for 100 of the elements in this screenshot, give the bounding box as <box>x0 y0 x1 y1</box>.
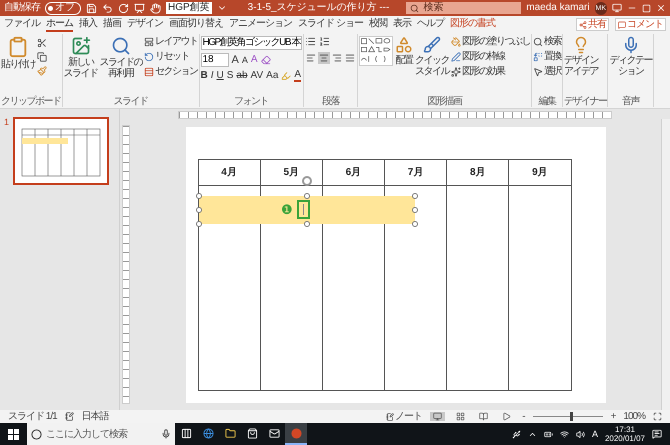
align-button[interactable] <box>304 52 317 64</box>
undo-icon <box>102 2 113 14</box>
shape-effects-button[interactable]: 図形の効果 <box>450 66 530 78</box>
pen-icon <box>450 52 461 62</box>
window-title: 3-1-5_スケジュールの作り方 --- <box>248 2 390 14</box>
save-icon <box>86 2 97 14</box>
ribbon-tab[interactable]: 校閲 <box>368 17 387 32</box>
shape-outline-button[interactable]: 図形の枠線 <box>450 51 530 63</box>
table-header-cell: 4月 <box>198 160 260 186</box>
highlighter-icon <box>281 71 292 81</box>
autosave-label: 自動保存 <box>4 2 40 14</box>
battery-icon <box>544 430 553 438</box>
align-button[interactable] <box>330 52 343 64</box>
taskbar-search-bar[interactable]: ここに入力して検索 <box>27 423 175 445</box>
group-label: 図形描画 <box>426 96 463 107</box>
layout-button[interactable]: レイアウト <box>144 36 198 48</box>
cursor-highlight-box <box>297 200 310 219</box>
align-button[interactable] <box>344 52 356 64</box>
autosave-toggle[interactable]: オフ <box>45 2 81 14</box>
new-slide-icon <box>70 36 90 56</box>
quick-styles-icon <box>422 36 441 54</box>
notification-icon <box>652 429 662 439</box>
shape-gallery-drawing[interactable] <box>358 36 393 66</box>
copy-icon <box>37 52 47 62</box>
windows-logo-icon[interactable] <box>8 428 19 440</box>
ribbon-tab[interactable]: 画面切り替え <box>169 17 223 32</box>
cut-icon <box>37 38 47 48</box>
grow-font-button[interactable]: A <box>232 54 239 66</box>
dictate-button[interactable]: ディクテー ション <box>609 36 652 77</box>
clock-time: 17:31 <box>614 425 635 434</box>
design-ideas-button[interactable]: デザイン アイデア <box>564 36 598 77</box>
underline-button[interactable]: U <box>216 70 224 82</box>
task-view-icon <box>180 428 192 438</box>
find-button[interactable]: 検索 <box>532 36 561 48</box>
font-name-field[interactable]: HGP創英角ゴシックUB 本 <box>200 36 302 50</box>
ribbon-tab[interactable]: ファイル <box>4 17 40 32</box>
ribbon-tab[interactable]: ヘルプ <box>416 17 444 32</box>
paste-button[interactable]: 貼り付け <box>1 36 35 70</box>
folder-icon <box>224 428 236 438</box>
view-button[interactable] <box>430 412 446 421</box>
align-button[interactable] <box>318 52 330 64</box>
search-bar[interactable]: 検索 <box>406 2 522 14</box>
ribbon-display-icon <box>612 3 622 13</box>
italic-button[interactable]: I <box>210 70 214 82</box>
vertical-scrollbar[interactable] <box>661 119 670 410</box>
notes-button[interactable]: ノート <box>386 410 422 422</box>
shrink-font-button[interactable]: A <box>242 54 248 66</box>
change-case-button[interactable]: Aa <box>266 70 278 82</box>
ribbon-tab[interactable]: 表示 <box>392 17 411 32</box>
new-slide-button[interactable]: 新しい スライド <box>64 36 98 79</box>
ribbon-tab[interactable]: 挿入 <box>79 17 97 32</box>
ribbon-tab[interactable]: デザイン <box>127 17 163 32</box>
reset-button[interactable]: リセット <box>144 51 198 63</box>
font-name-box[interactable]: HGP創英 <box>166 2 212 14</box>
resize-handle[interactable] <box>196 192 202 198</box>
quick-styles-button[interactable]: クイック スタイル <box>414 36 449 77</box>
section-icon <box>144 67 154 77</box>
shopping-bag-icon <box>246 428 258 438</box>
redo-icon <box>118 2 129 14</box>
table-header-cell: 6月 <box>322 160 384 186</box>
resize-handle[interactable] <box>412 192 418 198</box>
resize-handle[interactable] <box>196 206 202 212</box>
font-color-button[interactable]: A <box>294 70 302 82</box>
group-label: 編集 <box>537 96 557 107</box>
select-button[interactable]: 選択 <box>532 66 561 78</box>
spacing-button[interactable]: AV <box>250 70 264 82</box>
format-painter-icon <box>37 66 47 76</box>
zoom-out-button[interactable]: - <box>522 410 525 422</box>
taskbar-search-field[interactable]: ここに入力して検索 <box>46 426 157 442</box>
group-label: 音声 <box>621 96 641 107</box>
replace-button[interactable]: 置換 <box>532 51 561 63</box>
shape-fill-button[interactable]: 図形の塗りつぶし <box>450 36 530 48</box>
resize-handle[interactable] <box>304 192 310 198</box>
font-size-field[interactable]: 18 <box>200 53 228 67</box>
ime-indicator[interactable]: A <box>592 429 598 439</box>
zoom-in-button[interactable]: + <box>610 410 616 422</box>
replace-icon <box>532 52 543 62</box>
reuse-slides-button[interactable]: スライドの 再利用 <box>100 36 142 79</box>
section-button[interactable]: セクション <box>144 66 198 78</box>
zoom-slider-thumb[interactable] <box>570 412 574 421</box>
ribbon-tab[interactable]: 描画 <box>103 17 121 32</box>
touch-mode-icon <box>150 2 161 14</box>
strikethrough-button[interactable]: ab <box>236 70 248 82</box>
numbering-icon <box>318 36 330 47</box>
rotate-handle[interactable] <box>302 176 312 186</box>
ribbon-tab[interactable]: スライド ショー <box>298 17 363 32</box>
arrange-button[interactable]: 配置 <box>394 36 413 66</box>
comment-button[interactable]: コメント <box>615 18 666 31</box>
slide-thumbnail[interactable] <box>13 117 110 185</box>
clear-format-button[interactable]: A <box>250 54 258 66</box>
bold-button[interactable]: B <box>200 70 208 82</box>
fit-slide-icon <box>653 412 662 421</box>
resize-handle[interactable] <box>196 220 202 226</box>
share-button[interactable]: 共有 <box>576 18 609 31</box>
shadow-button[interactable]: S <box>226 70 234 82</box>
ribbon-tab[interactable]: アニメーション <box>229 17 292 32</box>
group-label: 段落 <box>320 96 340 107</box>
paint-bucket-icon <box>450 37 461 47</box>
search-field[interactable]: 検索 <box>423 2 518 14</box>
ribbon-tab[interactable]: 図形の書式 <box>450 17 495 32</box>
